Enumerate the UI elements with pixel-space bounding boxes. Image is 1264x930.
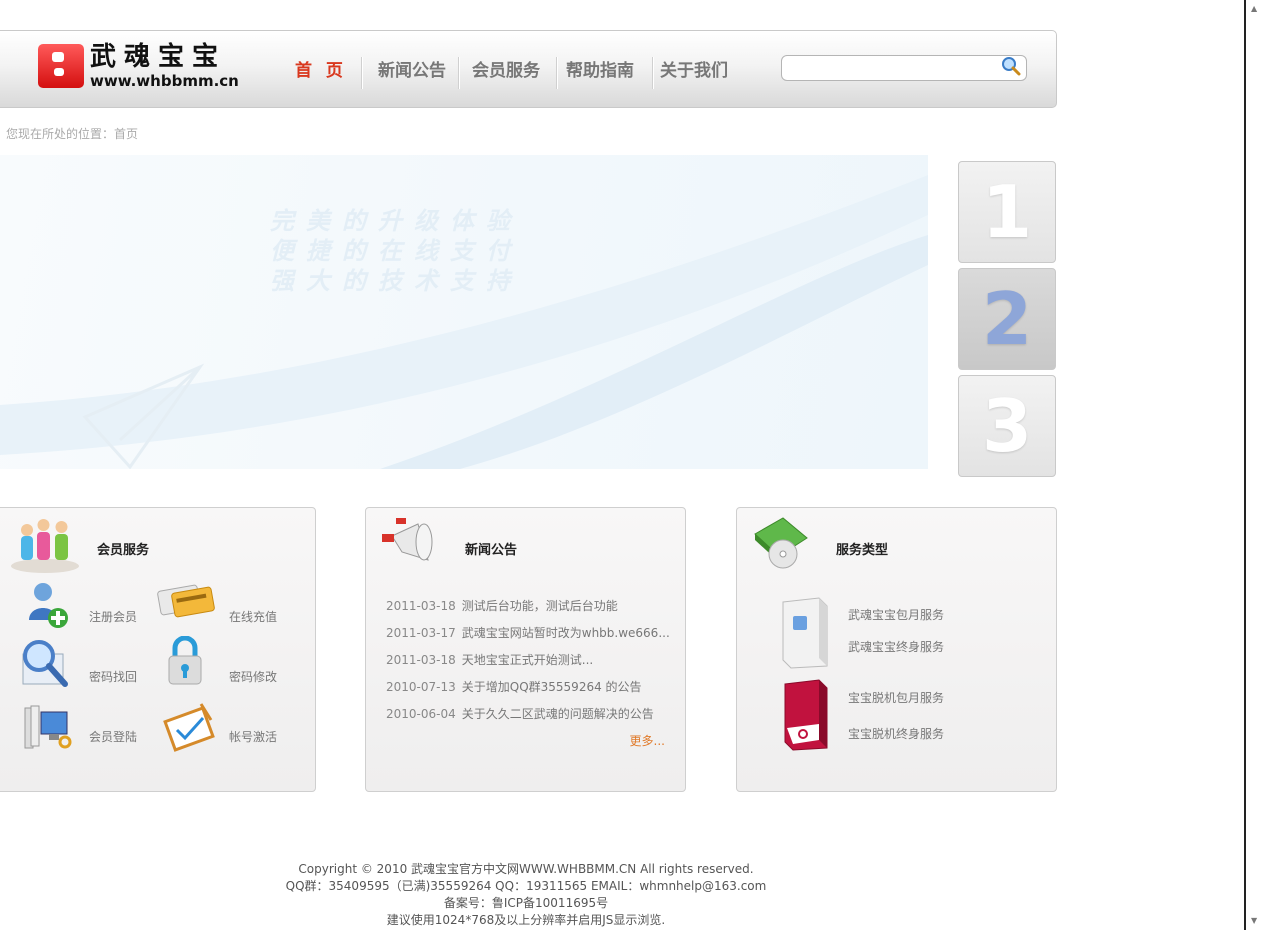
member-login-link[interactable]: 会员登陆	[89, 728, 137, 745]
scroll-down-arrow-icon[interactable]: ▼	[1251, 916, 1257, 925]
find-password-icon[interactable]	[19, 638, 75, 692]
search-icon[interactable]	[1001, 56, 1021, 76]
register-member-link[interactable]: 注册会员	[89, 608, 137, 625]
nav-divider	[652, 57, 653, 89]
offline-lifetime-link[interactable]: 宝宝脱机终身服务	[848, 725, 944, 742]
people-icon	[11, 519, 79, 573]
offline-monthly-link[interactable]: 宝宝脱机包月服务	[848, 689, 944, 706]
recover-password-link[interactable]: 密码找回	[89, 668, 137, 685]
banner-slideshow[interactable]: 完美的升级体验 便捷的在线支付 强大的技术支持	[0, 155, 928, 469]
nav-news[interactable]: 新闻公告	[378, 61, 446, 81]
megaphone-icon	[382, 518, 433, 561]
nav-help[interactable]: 帮助指南	[566, 61, 634, 81]
scroll-up-arrow-icon[interactable]: ▲	[1251, 4, 1257, 13]
service-monthly-link[interactable]: 武魂宝宝包月服务	[848, 606, 944, 623]
news-title[interactable]: 武魂宝宝网站暂时改为whbb.we666...	[462, 626, 670, 640]
news-item[interactable]: 2010-06-04 关于久久二区武魂的问题解决的公告	[386, 705, 654, 722]
add-user-icon[interactable]	[25, 580, 71, 630]
red-box-icon	[784, 679, 828, 751]
nav-member[interactable]: 会员服务	[472, 61, 540, 81]
news-date: 2010-07-13	[386, 680, 456, 694]
news-item[interactable]: 2011-03-17 武魂宝宝网站暂时改为whbb.we666...	[386, 624, 670, 641]
footer-copyright: Copyright © 2010 武魂宝宝官方中文网WWW.WHBBMM.CN …	[298, 862, 754, 876]
service-lifetime-link[interactable]: 武魂宝宝终身服务	[848, 638, 944, 655]
footer-icp: 备案号：鲁ICP备10011695号	[443, 896, 609, 910]
nav-home[interactable]: 首 页	[295, 61, 347, 81]
service-types-panel: 服务类型 武魂宝宝包月服务 武魂宝宝终身服务 宝宝脱机包月服务 宝宝脱机终身服务	[736, 507, 1057, 792]
header-bar: 武魂宝宝 www.whbbmm.cn 首 页 新闻公告 会员服务 帮助指南 关于…	[0, 30, 1057, 108]
service-panel-title: 服务类型	[836, 543, 889, 558]
login-icon[interactable]	[21, 702, 77, 756]
more-news-link[interactable]: 更多...	[630, 732, 665, 749]
logo-title[interactable]: 武魂宝宝	[90, 43, 226, 71]
credit-card-icon[interactable]	[157, 582, 215, 618]
nav-divider	[556, 57, 557, 89]
footer-contact: QQ群：35409595（已满)35559264 QQ：19311565 EMA…	[285, 879, 767, 893]
search-input[interactable]	[781, 55, 1027, 81]
logo-url[interactable]: www.whbbmm.cn	[90, 73, 239, 89]
member-services-panel: 会员服务 注册会员 在线充值 密码找回 密码修改 会员登陆 帐号激活	[0, 507, 316, 792]
news-item[interactable]: 2011-03-18 天地宝宝正式开始测试...	[386, 651, 593, 668]
account-activation-link[interactable]: 帐号激活	[229, 728, 277, 745]
slide-button-1[interactable]: 1	[958, 161, 1056, 263]
news-date: 2011-03-18	[386, 653, 456, 667]
member-panel-title: 会员服务	[97, 543, 150, 558]
news-title[interactable]: 测试后台功能，测试后台功能	[462, 599, 618, 613]
activation-icon[interactable]	[163, 700, 219, 752]
slide-button-2[interactable]: 2	[958, 268, 1056, 370]
white-box-icon	[782, 597, 828, 669]
news-title[interactable]: 关于增加QQ群35559264 的公告	[462, 680, 642, 694]
news-item[interactable]: 2011-03-18 测试后台功能，测试后台功能	[386, 597, 618, 614]
lock-icon[interactable]	[167, 636, 203, 686]
breadcrumb: 您现在所处的位置：首页	[6, 127, 139, 141]
nav-divider	[361, 57, 362, 89]
news-date: 2011-03-17	[386, 626, 456, 640]
news-title[interactable]: 关于久久二区武魂的问题解决的公告	[462, 707, 654, 721]
news-panel-title: 新闻公告	[465, 543, 518, 558]
online-recharge-link[interactable]: 在线充值	[229, 608, 277, 625]
vertical-scrollbar[interactable]: ▲ ▼	[1244, 0, 1264, 930]
footer-browser-note: 建议使用1024*768及以上分辨率并启用JS显示浏览.	[386, 913, 666, 927]
nav-about[interactable]: 关于我们	[660, 61, 728, 81]
news-date: 2011-03-18	[386, 599, 456, 613]
nav-divider	[458, 57, 459, 89]
banner-line-3: 强大的技术支持	[270, 267, 522, 295]
news-title[interactable]: 天地宝宝正式开始测试...	[462, 653, 593, 667]
news-item[interactable]: 2010-07-13 关于增加QQ群35559264 的公告	[386, 678, 642, 695]
news-date: 2010-06-04	[386, 707, 456, 721]
news-panel: 新闻公告 2011-03-18 测试后台功能，测试后台功能 2011-03-17 武…	[365, 507, 686, 792]
slide-button-3[interactable]: 3	[958, 375, 1056, 477]
change-password-link[interactable]: 密码修改	[229, 668, 277, 685]
logo-b-icon[interactable]	[38, 44, 84, 88]
cd-case-icon	[754, 517, 808, 569]
